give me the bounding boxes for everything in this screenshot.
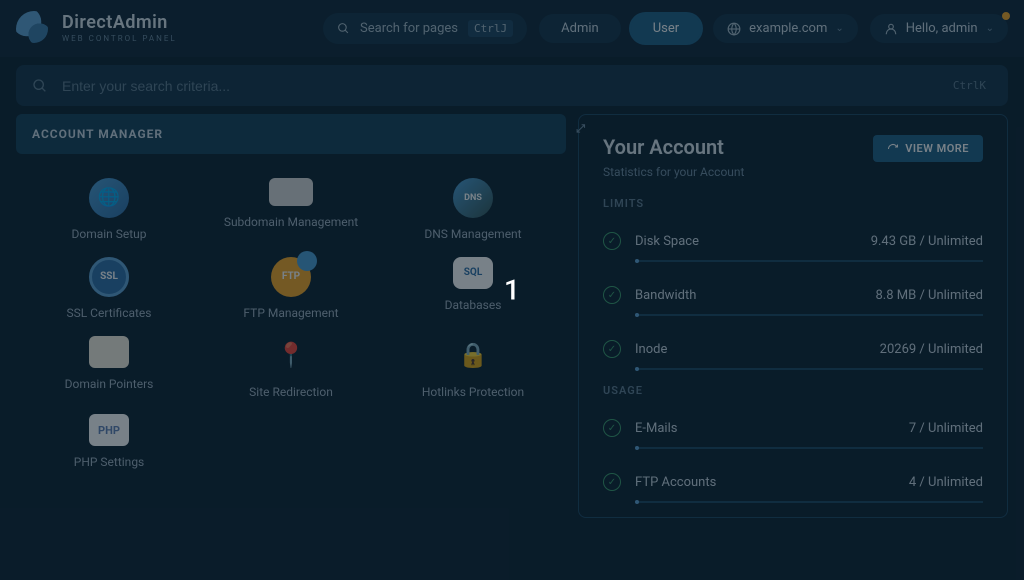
stat-name: E-Mails [635,421,895,436]
stat-name: Inode [635,342,866,357]
chevron-down-icon: ⌄ [986,23,994,34]
notification-dot-icon [1002,12,1010,20]
card-subtitle: Statistics for your Account [603,165,744,179]
card-title: Your Account [603,135,744,159]
stat-row: ✓ E-Mails 7 / Unlimited [603,409,983,441]
item-label: SSL Certificates [66,305,151,322]
stat-name: Disk Space [635,234,857,249]
search-icon [337,22,350,35]
account-manager-panel: ACCOUNT MANAGER ⤢ 🌐 Domain Setup Subdoma… [16,114,566,518]
stat-row: ✓ FTP Accounts 4 / Unlimited [603,463,983,495]
stat-row: ✓ Inode 20269 / Unlimited [603,330,983,362]
lightbox-counter: 1 [504,274,520,307]
user-icon [884,22,898,36]
search-input[interactable] [62,78,933,94]
progress-bar [635,368,983,370]
ssl-icon: SSL [89,257,129,297]
check-icon: ✓ [603,419,621,437]
item-label: Domain Pointers [65,376,154,393]
item-hotlinks[interactable]: 🔒 Hotlinks Protection [388,336,558,401]
search-bar[interactable]: CtrlK [16,65,1008,106]
account-card: Your Account Statistics for your Account… [578,114,1008,518]
globe-icon [727,22,741,36]
stat-value: 8.8 MB / Unlimited [876,288,984,303]
stat-value: 4 / Unlimited [909,475,983,490]
search-pages-button[interactable]: Search for pages CtrlJ [323,13,527,44]
check-icon: ✓ [603,232,621,250]
globe-icon: 🌐 [89,178,129,218]
search-kbd: CtrlK [947,77,992,94]
logo[interactable]: DirectAdmin WEB CONTROL PANEL [16,11,177,47]
stat-name: FTP Accounts [635,475,895,490]
domain-dropdown[interactable]: example.com ⌄ [713,14,858,43]
section-header[interactable]: ACCOUNT MANAGER ⤢ [16,114,566,154]
dns-icon: DNS [453,178,493,218]
progress-bar [635,447,983,449]
stat-row: ✓ Bandwidth 8.8 MB / Unlimited [603,276,983,308]
tab-user[interactable]: User [631,14,701,43]
role-tabs: Admin User [539,14,701,43]
item-subdomain[interactable]: Subdomain Management [206,178,376,243]
logo-icon [16,11,52,47]
ftp-icon: FTP [271,257,311,297]
expand-icon[interactable]: ⤢ [576,122,586,136]
item-pointers[interactable]: Domain Pointers [24,336,194,401]
item-redirection[interactable]: 📍 Site Redirection [206,336,376,401]
search-icon [32,78,48,94]
brand-title: DirectAdmin [62,14,177,32]
item-label: Databases [445,297,502,314]
check-icon: ✓ [603,340,621,358]
item-label: Subdomain Management [224,214,358,231]
item-databases[interactable]: SQL Databases [388,257,558,322]
item-dns[interactable]: DNS DNS Management [388,178,558,243]
item-label: Hotlinks Protection [422,384,524,401]
user-dropdown[interactable]: Hello, admin ⌄ [870,14,1008,43]
stat-value: 7 / Unlimited [909,421,983,436]
item-ssl[interactable]: SSL SSL Certificates [24,257,194,322]
header: DirectAdmin WEB CONTROL PANEL Search for… [0,0,1024,57]
stat-value: 20269 / Unlimited [880,342,983,357]
php-icon: PHP [89,414,129,446]
pointer-icon [89,336,129,368]
search-pages-label: Search for pages [360,21,458,36]
item-label: PHP Settings [74,454,145,471]
section-title: ACCOUNT MANAGER [32,127,163,141]
brand-subtitle: WEB CONTROL PANEL [62,35,177,43]
usage-label: USAGE [603,384,983,397]
progress-bar [635,314,983,316]
check-icon: ✓ [603,286,621,304]
item-domain-setup[interactable]: 🌐 Domain Setup [24,178,194,243]
stat-value: 9.43 GB / Unlimited [871,234,983,249]
limits-label: LIMITS [603,197,983,210]
subdomain-icon [269,178,313,206]
button-label: VIEW MORE [905,142,969,155]
lock-icon: 🔒 [453,336,493,376]
item-label: Site Redirection [249,384,333,401]
progress-bar [635,501,983,503]
item-label: DNS Management [424,226,521,243]
check-icon: ✓ [603,473,621,491]
progress-bar [635,260,983,262]
signpost-icon: 📍 [271,336,311,376]
domain-label: example.com [749,21,827,36]
item-label: Domain Setup [71,226,146,243]
database-icon: SQL [453,257,493,289]
stat-row: ✓ Disk Space 9.43 GB / Unlimited [603,222,983,254]
search-pages-kbd: CtrlJ [468,20,513,37]
stat-name: Bandwidth [635,288,862,303]
item-label: FTP Management [243,305,338,322]
view-more-button[interactable]: VIEW MORE [873,135,983,162]
chevron-down-icon: ⌄ [835,23,843,34]
item-ftp[interactable]: FTP FTP Management [206,257,376,322]
hello-label: Hello, admin [906,21,978,36]
tab-admin[interactable]: Admin [539,14,621,43]
item-php[interactable]: PHP PHP Settings [24,414,194,471]
refresh-icon [887,143,899,155]
